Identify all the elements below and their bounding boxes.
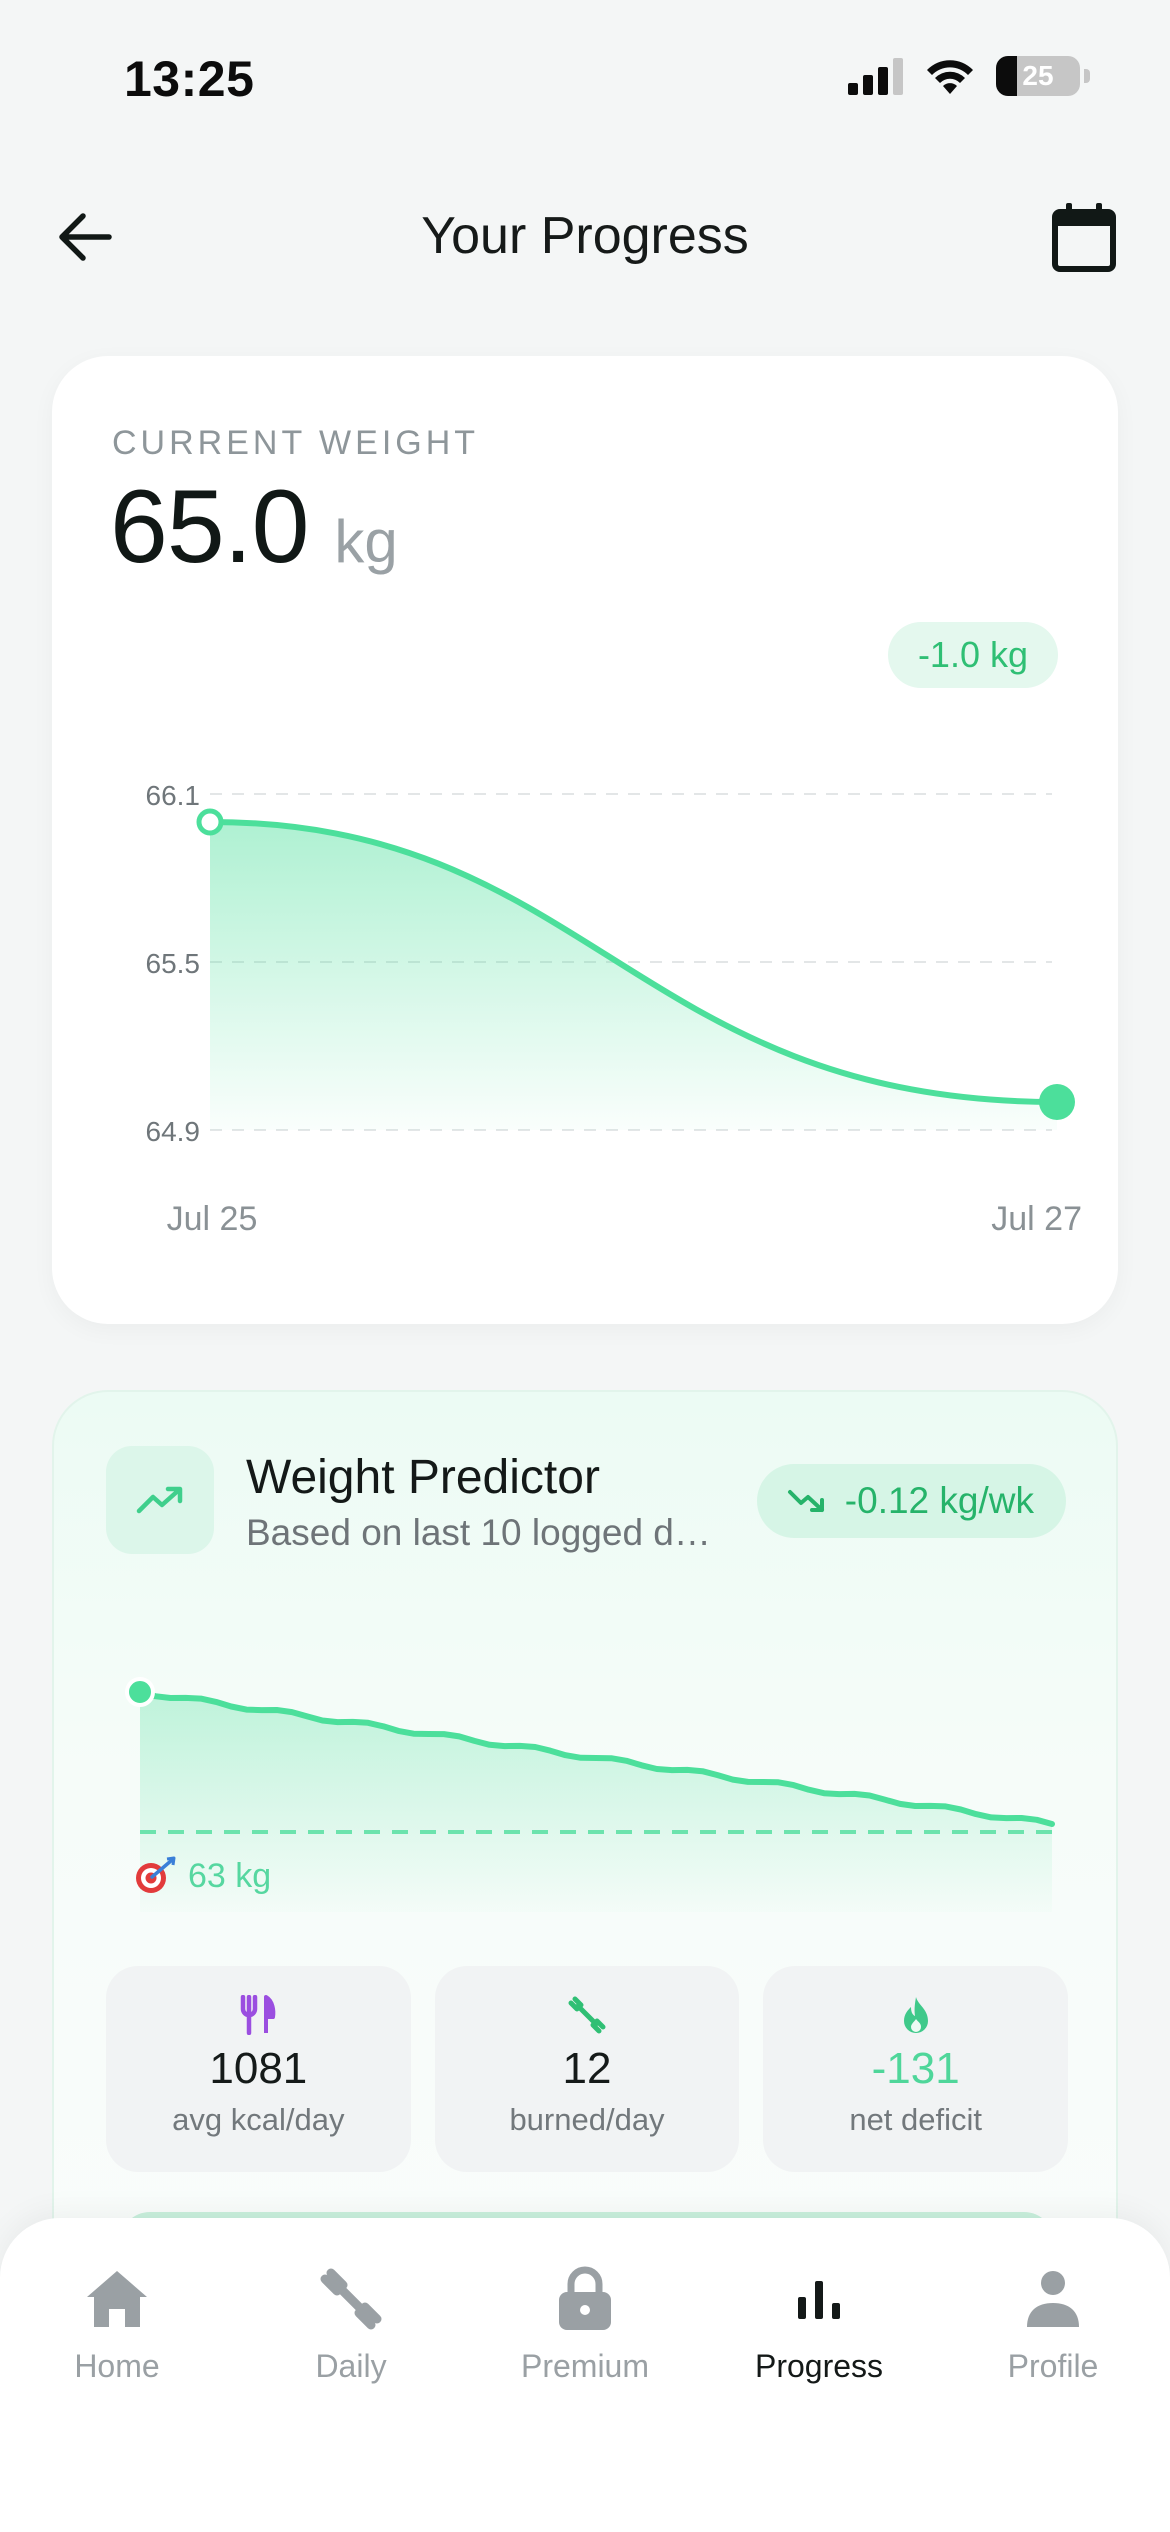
weight-chart: 66.1 65.5 64.9 Jul 25 Jul 27 bbox=[146, 780, 1083, 1238]
status-bar: 13:25 25 bbox=[0, 0, 1170, 150]
flame-icon bbox=[903, 1997, 928, 2033]
header: Your Progress bbox=[0, 180, 1170, 290]
stat-avg-kcal: 1081 avg kcal/day bbox=[106, 1966, 411, 2172]
stat-burned: 12 burned/day bbox=[434, 1966, 740, 2172]
target-icon bbox=[136, 1856, 176, 1893]
stat-net-deficit: -131 net deficit bbox=[763, 1966, 1069, 2172]
predictor-stats-row: 1081 avg kcal/day 12 burned/day -131 net… bbox=[106, 1966, 1069, 2172]
battery-tip bbox=[1084, 69, 1090, 83]
tab-premium-label: Premium bbox=[520, 2348, 649, 2384]
bar-chart-icon bbox=[798, 2281, 840, 2319]
calendar-icon bbox=[1052, 203, 1116, 272]
current-weight-card: CURRENT WEIGHT 65.0 kg -1.0 kg 66.1 65.5 6… bbox=[52, 356, 1118, 1324]
wifi-icon bbox=[927, 60, 973, 94]
x-tick-label: Jul 25 bbox=[167, 1200, 258, 1238]
cellular-signal-icon bbox=[848, 58, 903, 95]
screen: 13:25 25 Your Progress CURRENT WEIGHT 65… bbox=[0, 0, 1170, 2532]
page-title: Your Progress bbox=[421, 207, 749, 265]
battery-icon: 25 bbox=[996, 56, 1080, 96]
target-weight-label: 63 kg bbox=[134, 1856, 271, 1896]
dumbbell-icon bbox=[320, 2268, 382, 2330]
stat-net-deficit-label: net deficit bbox=[849, 2102, 983, 2137]
bottom-tab-bar: Home Daily Premium Progress Profile bbox=[0, 2218, 1170, 2532]
weight-start-point bbox=[196, 808, 224, 836]
stat-avg-kcal-value: 1081 bbox=[209, 2044, 308, 2093]
tab-home[interactable]: Home bbox=[0, 2218, 234, 2418]
tab-premium[interactable]: Premium bbox=[468, 2218, 702, 2418]
stat-burned-value: 12 bbox=[562, 2044, 612, 2093]
battery-level: 25 bbox=[1022, 60, 1054, 91]
weight-area-fill bbox=[210, 822, 1057, 1130]
tab-profile[interactable]: Profile bbox=[936, 2218, 1170, 2418]
y-tick-label: 65.5 bbox=[146, 948, 201, 979]
home-icon bbox=[87, 2271, 147, 2327]
y-tick-label: 64.9 bbox=[146, 1116, 201, 1147]
tab-daily[interactable]: Daily bbox=[234, 2218, 468, 2418]
prediction-start-point bbox=[125, 1677, 155, 1707]
tab-progress-label: Progress bbox=[754, 2348, 884, 2384]
stat-net-deficit-value: -131 bbox=[871, 2044, 960, 2093]
dumbbell-icon bbox=[568, 1996, 606, 2034]
status-time: 13:25 bbox=[124, 51, 255, 107]
status-icons: 25 bbox=[848, 54, 1090, 98]
calendar-button[interactable] bbox=[1046, 198, 1122, 276]
tab-profile-label: Profile bbox=[1007, 2348, 1099, 2384]
x-tick-label: Jul 27 bbox=[991, 1200, 1082, 1238]
utensils-icon bbox=[241, 1995, 276, 2035]
tab-daily-label: Daily bbox=[315, 2348, 387, 2384]
y-tick-label: 66.1 bbox=[146, 780, 201, 811]
prediction-area-fill bbox=[140, 1692, 1052, 1912]
tab-progress[interactable]: Progress bbox=[702, 2218, 936, 2418]
lock-icon bbox=[559, 2266, 611, 2330]
tab-home-label: Home bbox=[74, 2348, 160, 2384]
target-weight-value: 63 kg bbox=[188, 1856, 272, 1895]
stat-avg-kcal-label: avg kcal/day bbox=[172, 2102, 345, 2137]
stat-burned-label: burned/day bbox=[509, 2102, 665, 2137]
person-icon bbox=[1027, 2271, 1079, 2327]
weight-end-point bbox=[1039, 1084, 1075, 1120]
